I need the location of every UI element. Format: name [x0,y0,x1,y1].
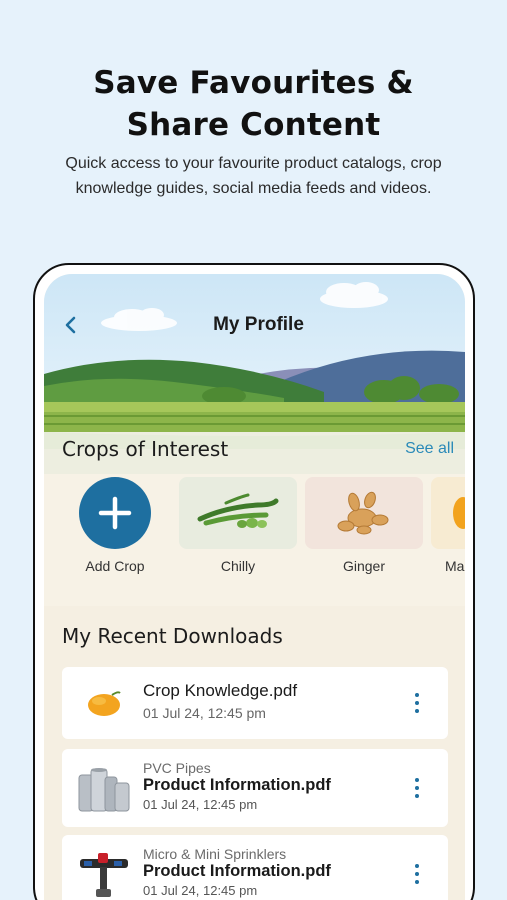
dot-icon [415,693,419,697]
promo-subtitle: Quick access to your favourite product c… [65,155,442,197]
dot-icon [415,701,419,705]
crops-section-header: Crops of Interest See all [62,437,454,461]
download-file-name: Crop Knowledge.pdf [143,681,298,700]
download-category: PVC Pipes [143,760,211,776]
more-options-button[interactable] [412,864,422,884]
download-card[interactable]: Crop Knowledge.pdf 01 Jul 24, 12:45 pm [62,667,448,739]
dot-icon [415,786,419,790]
add-crop-button[interactable]: Add Crop [56,477,174,574]
add-crop-circle [79,477,151,549]
download-file-name: Product Information.pdf [143,776,331,794]
crop-label: Ma [445,558,465,574]
plus-icon [98,496,132,530]
download-card[interactable]: PVC Pipes Product Information.pdf 01 Jul… [62,749,448,827]
dot-icon [415,864,419,868]
pipes-image [76,761,132,817]
crop-label: Chilly [220,558,256,574]
mango-image [76,675,132,731]
crop-item-chilly[interactable]: Chilly [179,477,297,574]
profile-screen: My Profile Crops of Interest See all Add… [44,274,465,900]
mango-image [431,477,465,549]
download-date: 01 Jul 24, 12:45 pm [143,883,258,898]
crop-label: Ginger [342,558,386,574]
crops-section-title: Crops of Interest [62,437,229,461]
see-all-link[interactable]: See all [405,440,454,458]
crop-item-mango[interactable]: Ma [431,477,465,574]
recent-downloads-section: My Recent Downloads Crop Knowledge.pdf 0… [44,606,465,900]
download-date: 01 Jul 24, 12:45 pm [143,705,266,721]
dot-icon [415,709,419,713]
chilly-image [179,477,297,549]
download-card[interactable]: Micro & Mini Sprinklers Product Informat… [62,835,448,900]
phone-frame: My Profile Crops of Interest See all Add… [33,263,475,900]
dot-icon [415,880,419,884]
page-title: My Profile [213,314,304,335]
crops-carousel[interactable]: Add Crop Chilly Ginger Ma [44,477,465,607]
download-date: 01 Jul 24, 12:45 pm [143,797,258,812]
downloads-section-title: My Recent Downloads [62,624,283,648]
ginger-image [305,477,423,549]
crop-item-ginger[interactable]: Ginger [305,477,423,574]
more-options-button[interactable] [412,693,422,713]
crop-label: Add Crop [85,558,145,574]
more-options-button[interactable] [412,778,422,798]
dot-icon [415,872,419,876]
download-file-name: Product Information.pdf [143,862,331,880]
sprinkler-image [76,847,132,900]
download-category: Micro & Mini Sprinklers [143,846,287,862]
dot-icon [415,794,419,798]
dot-icon [415,778,419,782]
promo-title: Save Favourites & Share Content [93,65,414,143]
